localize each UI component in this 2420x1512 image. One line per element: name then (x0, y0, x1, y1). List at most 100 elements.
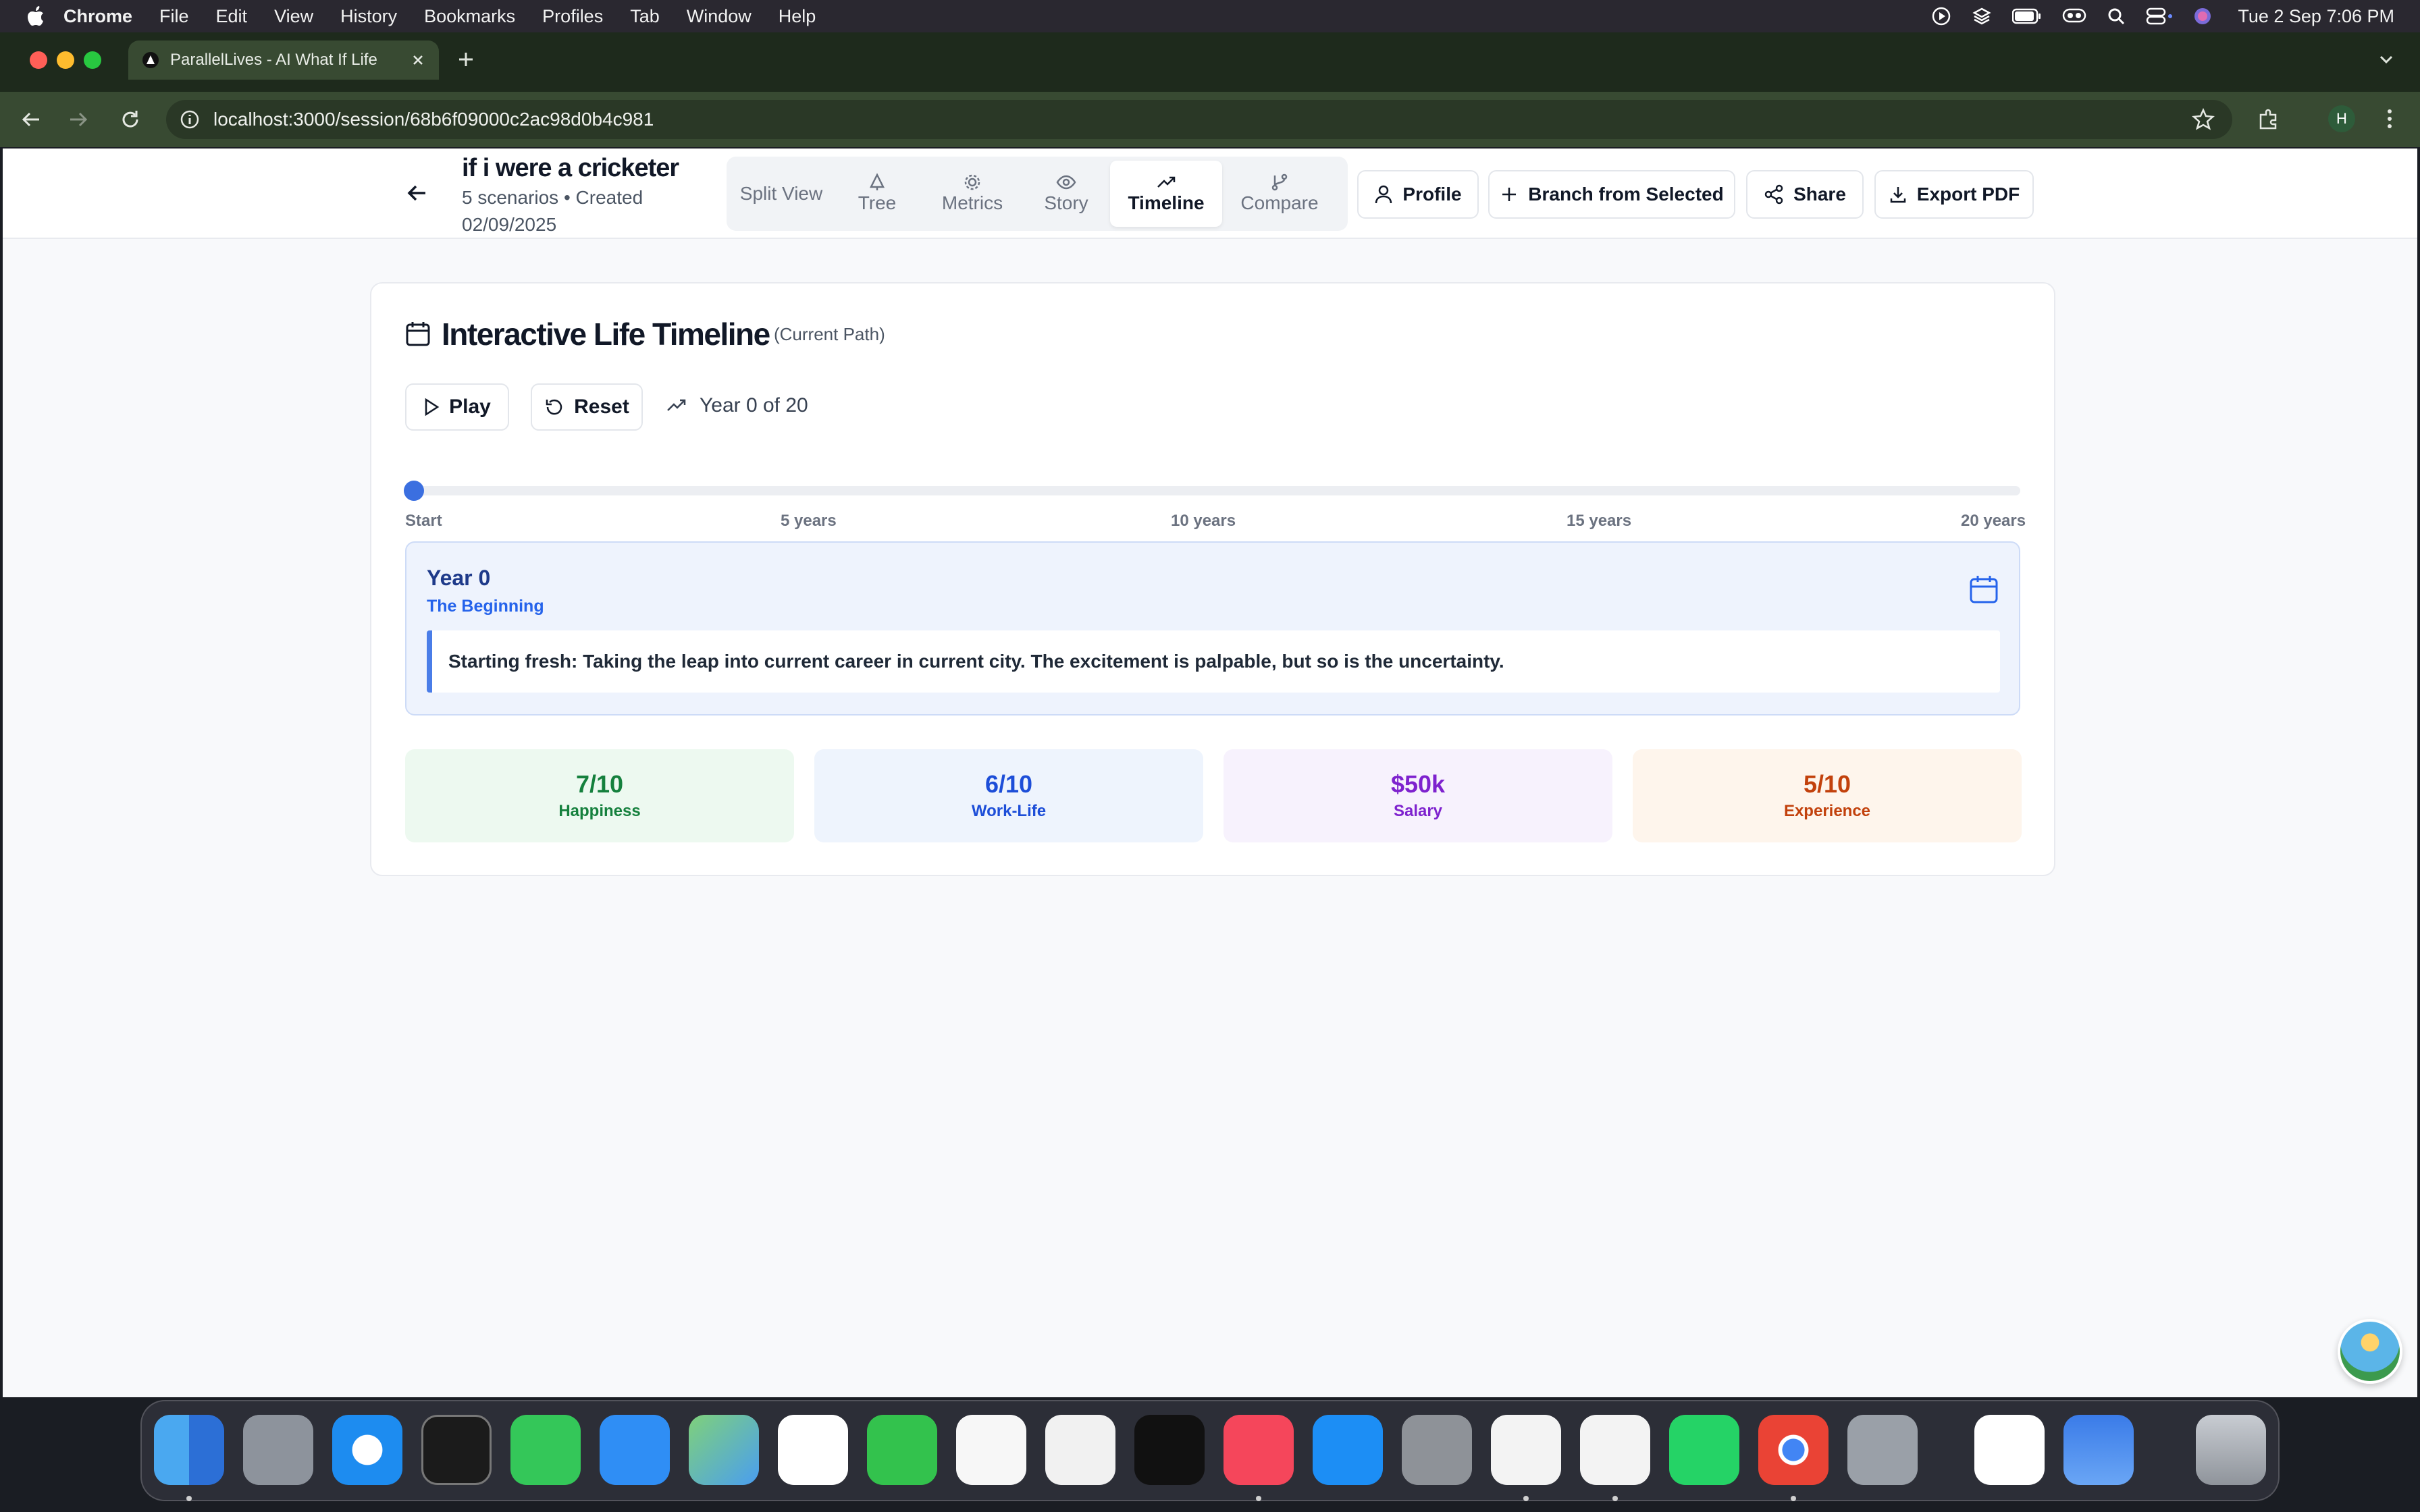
reset-button-label: Reset (574, 396, 629, 418)
export-button-label: Export PDF (1916, 184, 2020, 205)
window-minimize-button[interactable] (57, 51, 74, 69)
tree-icon (868, 173, 887, 192)
calendar-app-icon[interactable] (778, 1415, 848, 1485)
menu-view[interactable]: View (274, 6, 313, 27)
browser-tab-active[interactable]: ParallelLives - AI What If Life (128, 40, 439, 80)
timeline-slider-thumb[interactable] (404, 481, 424, 501)
search-icon[interactable] (2107, 7, 2126, 26)
floating-assistant-avatar[interactable] (2338, 1319, 2402, 1384)
notion-like-icon[interactable] (1974, 1415, 2045, 1485)
iphone-mirroring-icon[interactable] (1847, 1415, 1918, 1485)
calendar-icon (405, 320, 431, 347)
control-center-icon[interactable] (2146, 7, 2173, 26)
address-bar[interactable]: localhost:3000/session/68b6f09000c2ac98d… (166, 100, 2232, 139)
session-title-block: if i were a cricketer 5 scenarios • Crea… (462, 154, 691, 238)
menu-tab[interactable]: Tab (630, 6, 660, 27)
music-icon[interactable] (1224, 1415, 1294, 1485)
battery-icon[interactable] (2012, 7, 2042, 25)
address-url[interactable]: localhost:3000/session/68b6f09000c2ac98d… (213, 109, 654, 130)
metric-card-experience: 5/10 Experience (1633, 749, 2022, 842)
play-button[interactable]: Play (405, 383, 509, 431)
extensions-icon[interactable] (2257, 107, 2281, 131)
tab-search-chevron-icon[interactable] (2377, 50, 2396, 69)
screen-mirroring-icon[interactable] (2062, 7, 2086, 26)
mail-icon[interactable] (600, 1415, 670, 1485)
year-title: Year 0 (427, 566, 491, 590)
menu-app-name[interactable]: Chrome (63, 6, 132, 27)
metric-label: Happiness (558, 802, 641, 820)
launchpad-icon[interactable] (243, 1415, 313, 1485)
system-settings-icon[interactable] (1402, 1415, 1472, 1485)
chrome-icon[interactable] (1758, 1415, 1829, 1485)
session-title: if i were a cricketer (462, 154, 679, 182)
facetime-icon[interactable] (867, 1415, 937, 1485)
app-store-icon[interactable] (1313, 1415, 1383, 1485)
chrome-menu-icon[interactable] (2379, 107, 2400, 131)
menu-window[interactable]: Window (687, 6, 752, 27)
tab-close-icon[interactable] (411, 53, 425, 68)
window-zoom-button[interactable] (84, 51, 101, 69)
bookmark-star-icon[interactable] (2192, 108, 2215, 131)
site-info-icon[interactable] (180, 109, 200, 130)
safari-icon[interactable] (332, 1415, 402, 1485)
menubar-clock[interactable]: Tue 2 Sep 7:06 PM (2238, 6, 2394, 27)
tab-tree[interactable]: Tree (832, 161, 922, 227)
terminal-icon[interactable] (421, 1415, 492, 1485)
year-subtitle: The Beginning (427, 597, 544, 616)
share-button[interactable]: Share (1746, 170, 1864, 219)
siri-icon[interactable] (2193, 7, 2212, 26)
running-indicator (1523, 1496, 1529, 1501)
whatsapp-icon[interactable] (1669, 1415, 1739, 1485)
play-status-icon[interactable] (1931, 6, 1951, 26)
messages-icon[interactable] (510, 1415, 581, 1485)
branch-from-selected-button[interactable]: Branch from Selected (1488, 170, 1735, 219)
macos-menu-bar: Chrome File Edit View History Bookmarks … (0, 0, 2420, 32)
profile-avatar[interactable]: H (2328, 105, 2355, 132)
tab-timeline[interactable]: Timeline (1110, 161, 1222, 227)
metric-value: $50k (1390, 770, 1446, 798)
menu-history[interactable]: History (340, 6, 397, 27)
branch-button-label: Branch from Selected (1528, 184, 1724, 205)
back-arrow-icon[interactable] (404, 180, 431, 207)
tab-split-view[interactable]: Split View (731, 161, 832, 227)
maps-icon[interactable] (689, 1415, 759, 1485)
metric-label: Work-Life (971, 802, 1047, 820)
tab-story[interactable]: Story (1022, 161, 1110, 227)
trending-up-icon (666, 397, 687, 414)
share-button-label: Share (1793, 184, 1846, 205)
metric-card-work-life: 6/10 Work-Life (814, 749, 1203, 842)
tick-label-10-years: 10 years (1171, 512, 1236, 530)
brave-icon[interactable] (1491, 1415, 1561, 1485)
window-close-button[interactable] (30, 51, 47, 69)
view-tabs: Split View Tree Metrics Story Timeline C… (727, 157, 1348, 231)
trash-icon[interactable] (2196, 1415, 2266, 1485)
back-nav-icon[interactable] (20, 108, 43, 131)
menu-file[interactable]: File (159, 6, 189, 27)
apple-icon[interactable] (27, 6, 45, 26)
reset-button[interactable]: Reset (531, 383, 643, 431)
export-pdf-button[interactable]: Export PDF (1874, 170, 2034, 219)
timeline-slider-track[interactable] (405, 486, 2020, 495)
forward-nav-icon[interactable] (66, 108, 89, 131)
trending-up-icon (1156, 173, 1176, 192)
profile-button[interactable]: Profile (1357, 170, 1479, 219)
tab-compare[interactable]: Compare (1222, 161, 1337, 227)
new-tab-icon[interactable] (456, 50, 475, 69)
menu-profiles[interactable]: Profiles (542, 6, 603, 27)
tab-metrics[interactable]: Metrics (922, 161, 1022, 227)
session-header: if i were a cricketer 5 scenarios • Crea… (3, 148, 2417, 239)
year-detail-card: Year 0 The Beginning Starting fresh: Tak… (405, 541, 2020, 716)
menu-help[interactable]: Help (779, 6, 816, 27)
reload-icon[interactable] (119, 108, 142, 131)
vscode-icon[interactable] (1580, 1415, 1650, 1485)
reset-icon (544, 397, 564, 417)
session-meta: 5 scenarios • Created 02/09/2025 (462, 187, 643, 235)
freeform-icon[interactable] (1045, 1415, 1115, 1485)
finder-icon[interactable] (154, 1415, 224, 1485)
menu-bookmarks[interactable]: Bookmarks (424, 6, 515, 27)
weather-icon[interactable] (2063, 1415, 2134, 1485)
reminders-icon[interactable] (956, 1415, 1026, 1485)
layers-icon[interactable] (1972, 6, 1992, 26)
menu-edit[interactable]: Edit (216, 6, 248, 27)
apple-tv-icon[interactable] (1134, 1415, 1205, 1485)
